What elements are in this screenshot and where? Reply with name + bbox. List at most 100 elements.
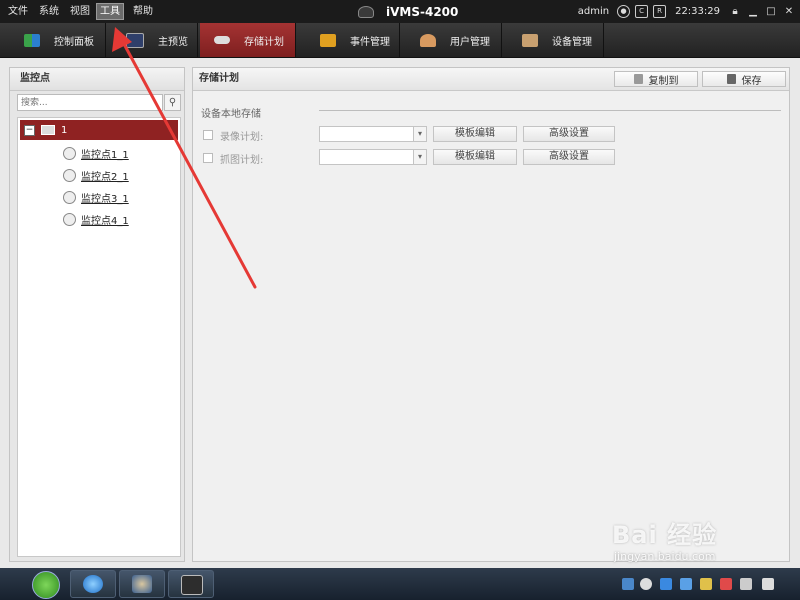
baidu-watermark: Bai 经验 jingyan.baidu.com [612, 515, 717, 563]
status-area: admin ● C R 22:33:29 🔒︎ ▁ □ ✕ [578, 0, 800, 23]
taskbar-ivms-button[interactable] [168, 570, 214, 598]
tree-item[interactable]: 监控点1_1 [63, 144, 129, 162]
copy-to-label: 复制到 [648, 75, 679, 87]
camera-icon [63, 146, 76, 160]
section-label: 设备本地存储 [201, 109, 261, 120]
alert-icon[interactable] [720, 578, 732, 590]
save-icon [726, 74, 736, 84]
record-template-select[interactable]: ▾ [319, 126, 427, 142]
tab-label: 存储计划 [244, 36, 284, 48]
tab-label: 主预览 [158, 36, 188, 48]
tree-item[interactable]: 监控点4_1 [63, 210, 129, 228]
volume-icon[interactable] [762, 578, 774, 590]
menu-file[interactable]: 文件 [5, 4, 31, 19]
capture-schedule-checkbox[interactable] [203, 153, 213, 163]
security-icon[interactable] [700, 578, 712, 590]
tab-user-management[interactable]: 用户管理 [400, 23, 502, 57]
camera-panel: 监控点 ⚲ − 1 监控点1_1 监控点2_1 监控点3_1 监控点4_1 [9, 67, 185, 562]
tree-item[interactable]: 监控点3_1 [63, 188, 129, 206]
tab-storage-schedule[interactable]: 存储计划 [200, 23, 296, 57]
capture-advanced-button[interactable]: 高级设置 [523, 149, 615, 165]
taskbar-app-button[interactable] [119, 570, 165, 598]
ie-icon [83, 575, 103, 593]
current-user: admin [577, 6, 610, 17]
app-icon [132, 575, 152, 593]
search-icon[interactable]: ⚲ [164, 94, 181, 111]
search-input[interactable] [17, 94, 163, 111]
storage-schedule-title: 存储计划 [193, 68, 789, 91]
record-template-edit-button[interactable]: 模板编辑 [433, 126, 517, 142]
camera-icon [63, 212, 76, 226]
control-panel-icon [24, 33, 40, 47]
close-button[interactable]: ✕ [782, 5, 796, 19]
download-icon[interactable] [660, 578, 672, 590]
user-management-icon [420, 33, 436, 47]
tree-item[interactable]: 监控点2_1 [63, 166, 129, 184]
section-divider [319, 110, 781, 111]
clock: 22:33:29 [675, 6, 720, 17]
menu-tools[interactable]: 工具 [96, 3, 124, 20]
collapse-icon[interactable]: − [24, 124, 35, 136]
copy-icon [633, 74, 643, 84]
tab-control-panel[interactable]: 控制面板 [0, 23, 106, 57]
copy-to-button[interactable]: 复制到 [614, 71, 698, 87]
globe-icon[interactable]: ● [617, 5, 631, 18]
record-schedule-label: 录像计划: [220, 132, 264, 143]
module-tab-bar: 控制面板 主预览 存储计划 事件管理 用户管理 设备管理 [0, 23, 800, 58]
tab-label: 设备管理 [552, 36, 592, 48]
camera-icon [63, 190, 76, 204]
tree-item-label: 监控点4_1 [81, 215, 129, 227]
tab-label: 控制面板 [54, 36, 94, 48]
capture-template-select[interactable]: ▾ [319, 149, 427, 165]
microphone-icon[interactable] [640, 578, 652, 590]
chevron-down-icon: ▾ [413, 150, 426, 164]
start-orb-icon[interactable] [32, 571, 60, 599]
record-advanced-button[interactable]: 高级设置 [523, 126, 615, 142]
tree-item-label: 监控点3_1 [81, 193, 129, 205]
main-preview-icon [126, 32, 144, 48]
record-schedule-row: 录像计划: ▾ 模板编辑 高级设置 [201, 126, 631, 143]
watermark-logo: Bai 经验 [612, 521, 718, 549]
device-management-icon [522, 33, 538, 47]
capture-schedule-row: 抓图计划: ▾ 模板编辑 高级设置 [201, 149, 631, 166]
app-title-text: iVMS-4200 [386, 4, 459, 19]
minimize-button[interactable]: ▁ [746, 5, 760, 19]
keyboard-icon[interactable] [622, 578, 634, 590]
watermark-url: jingyan.baidu.com [614, 550, 716, 563]
camera-logo-icon [358, 5, 374, 18]
shield-icon[interactable] [680, 578, 692, 590]
save-button[interactable]: 保存 [702, 71, 786, 87]
taskbar [0, 568, 800, 600]
capture-template-edit-button[interactable]: 模板编辑 [433, 149, 517, 165]
menu-system[interactable]: 系统 [36, 4, 62, 19]
tab-device-management[interactable]: 设备管理 [502, 23, 604, 57]
tree-root-node[interactable]: − 1 [20, 120, 178, 140]
menu-view[interactable]: 视图 [67, 4, 93, 19]
maximize-button[interactable]: □ [764, 5, 778, 19]
menu-help[interactable]: 帮助 [130, 4, 156, 19]
tree-root-label: 1 [61, 124, 68, 136]
search-box: ⚲ [17, 94, 181, 111]
record-schedule-checkbox[interactable] [203, 130, 213, 140]
tab-label: 用户管理 [450, 36, 490, 48]
chevron-down-icon: ▾ [413, 127, 426, 141]
taskbar-ie-button[interactable] [70, 570, 116, 598]
camera-tree: − 1 监控点1_1 监控点2_1 监控点3_1 监控点4_1 [17, 117, 181, 557]
ivms-icon [181, 575, 203, 595]
storage-schedule-icon [214, 36, 230, 44]
menu-bar: 文件 系统 视图 工具 帮助 iVMS-4200 admin ● C R 22:… [0, 0, 800, 23]
capture-schedule-label: 抓图计划: [220, 155, 264, 166]
network-icon[interactable] [740, 578, 752, 590]
tree-item-label: 监控点1_1 [81, 149, 129, 161]
tab-event-management[interactable]: 事件管理 [298, 23, 400, 57]
camera-panel-title: 监控点 [10, 68, 184, 91]
folder-icon [41, 125, 55, 135]
ram-icon[interactable]: R [653, 5, 667, 18]
cpu-icon[interactable]: C [635, 5, 649, 18]
tab-label: 事件管理 [350, 36, 390, 48]
app-title: iVMS-4200 [358, 3, 458, 20]
lock-icon[interactable]: 🔒︎ [728, 5, 742, 19]
event-management-icon [320, 33, 336, 47]
tab-main-preview[interactable]: 主预览 [106, 23, 198, 57]
storage-schedule-panel: 存储计划 复制到 保存 设备本地存储 录像计划: ▾ 模板编辑 高级设置 抓图计… [192, 67, 790, 562]
